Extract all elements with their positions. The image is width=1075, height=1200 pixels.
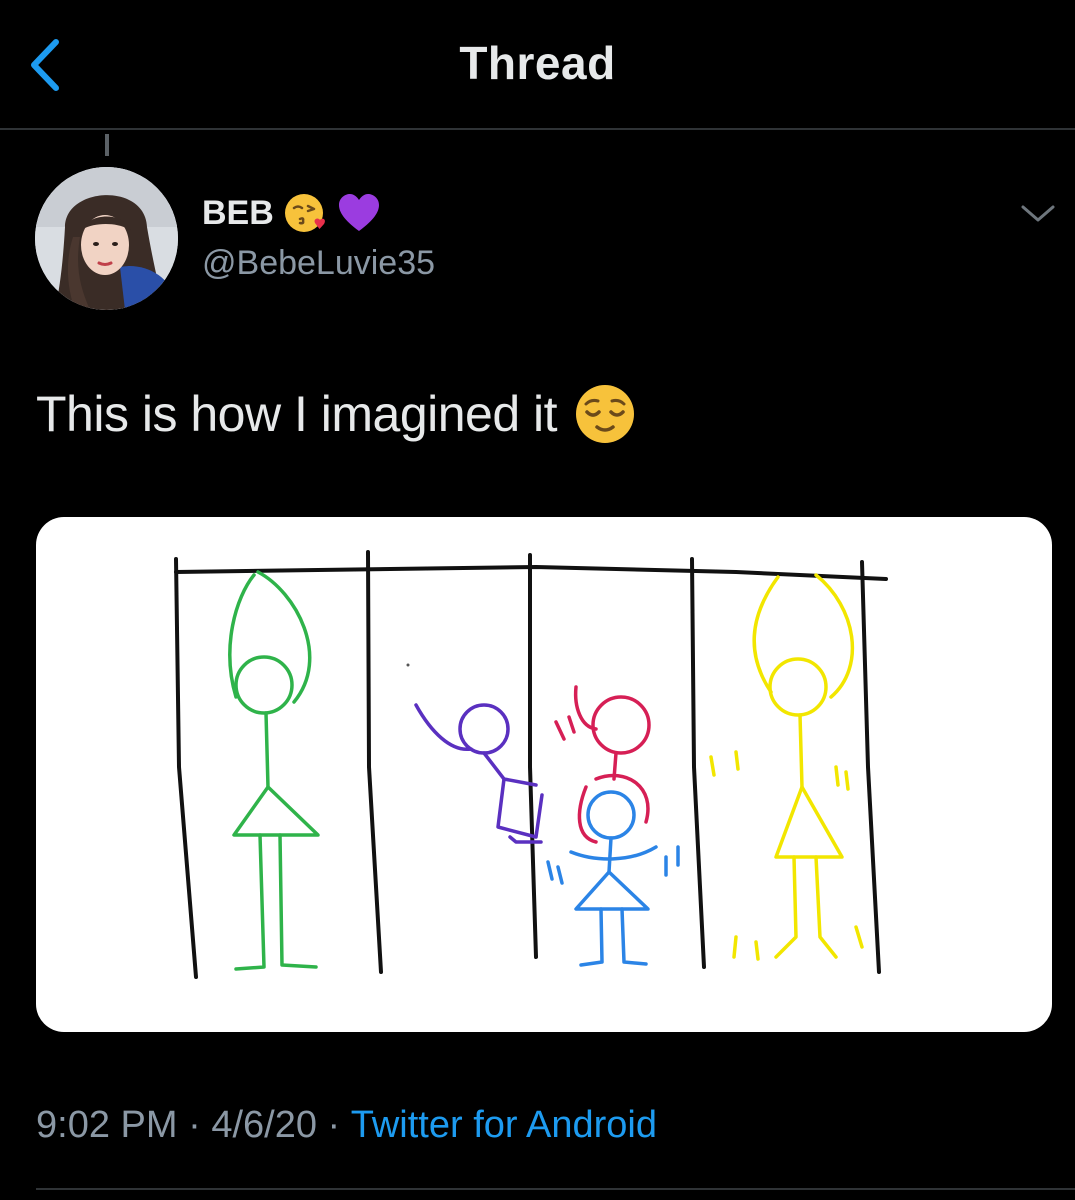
- tweet-source-link[interactable]: Twitter for Android: [351, 1104, 657, 1147]
- meta-separator: ·: [177, 1104, 212, 1146]
- tweet-text: This is how I imagined it: [36, 382, 637, 446]
- tweet-date: 4/6/20: [211, 1104, 317, 1146]
- avatar-photo: [35, 167, 178, 310]
- handle[interactable]: @BebeLuvie35: [202, 244, 435, 283]
- display-name-row[interactable]: BEB: [202, 190, 382, 236]
- top-bar: Thread: [0, 0, 1075, 130]
- thread-connector-line: [105, 134, 109, 156]
- tweet-meta: 9:02 PM · 4/6/20 · Twitter for Android: [36, 1104, 657, 1147]
- meta-separator: ·: [316, 1104, 351, 1146]
- chevron-down-icon: [1021, 205, 1055, 222]
- stick-figure-drawing: [174, 550, 888, 979]
- face-blowing-kiss-emoji: [284, 194, 325, 232]
- tweet-text-content: This is how I imagined it: [36, 386, 558, 442]
- tweet-media-image[interactable]: [36, 517, 1052, 1032]
- more-options-button[interactable]: [1018, 198, 1058, 230]
- divider: [36, 1188, 1075, 1190]
- avatar[interactable]: [35, 167, 178, 310]
- page-title: Thread: [459, 37, 616, 89]
- purple-heart-emoji: [338, 194, 379, 231]
- tweet-time: 9:02 PM: [36, 1104, 178, 1146]
- relieved-face-emoji: [576, 385, 635, 443]
- display-name: BEB: [202, 193, 274, 232]
